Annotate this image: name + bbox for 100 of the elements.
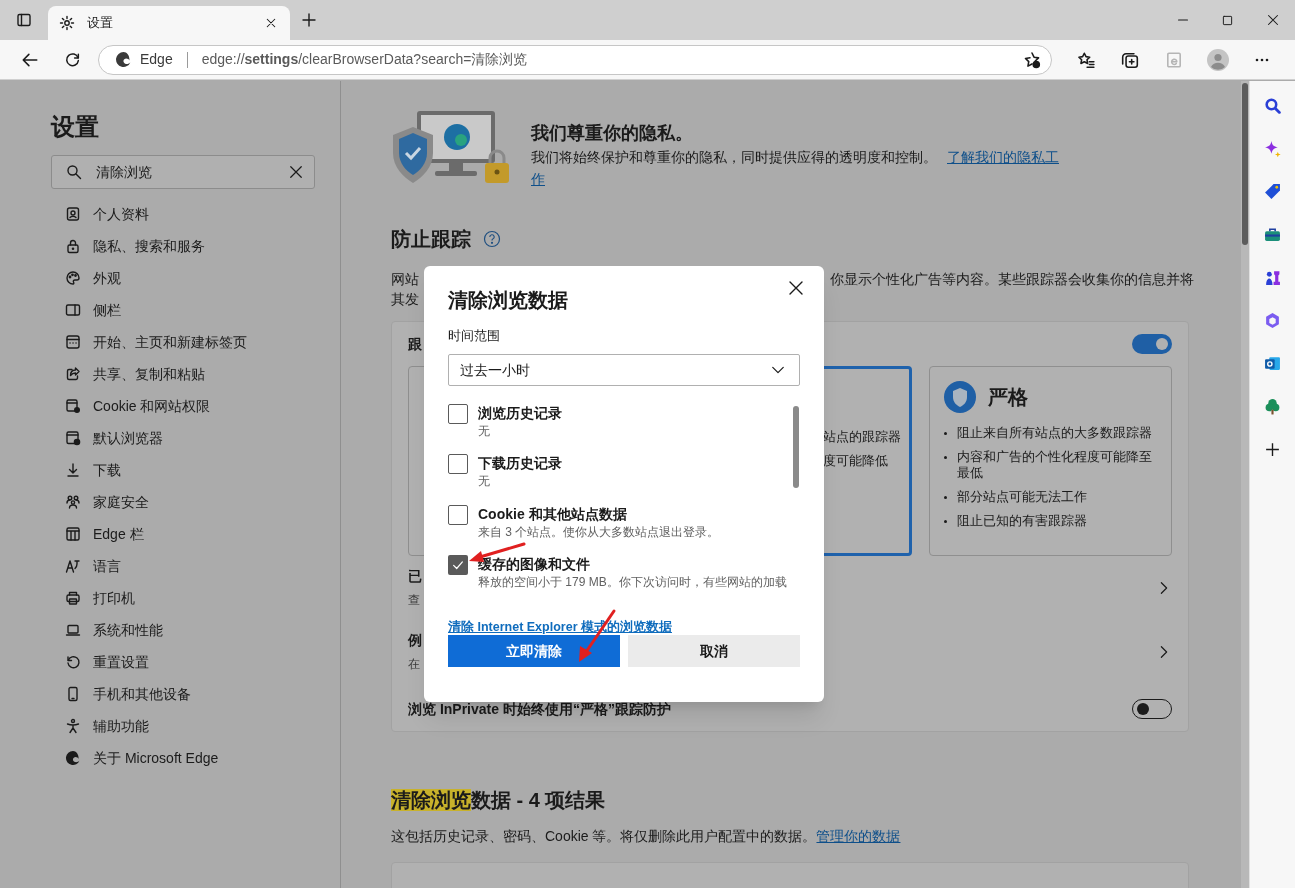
panel-icon bbox=[65, 302, 81, 318]
privacy-link[interactable]: 作 bbox=[531, 172, 545, 187]
nav-item[interactable]: Edge 栏 bbox=[51, 518, 340, 550]
nav-item[interactable]: 打印机 bbox=[51, 582, 340, 614]
close-icon bbox=[289, 165, 303, 179]
option-label: 下载历史记录 bbox=[478, 454, 562, 474]
nav-item[interactable]: 语言 bbox=[51, 550, 340, 582]
accessibility-icon bbox=[65, 718, 81, 734]
nav-label: 隐私、搜索和服务 bbox=[93, 236, 205, 256]
nav-item[interactable]: 系统和性能 bbox=[51, 614, 340, 646]
nav-label: 个人资料 bbox=[93, 204, 149, 224]
nav-label: 语言 bbox=[93, 556, 121, 576]
browser-tab[interactable]: 设置 bbox=[48, 6, 290, 40]
manage-data-link[interactable]: 管理你的数据 bbox=[816, 828, 901, 844]
layout-icon bbox=[65, 526, 81, 542]
avatar-icon bbox=[1207, 48, 1229, 71]
search-icon bbox=[66, 164, 82, 180]
edge-logo-icon bbox=[65, 750, 81, 766]
nav-item[interactable]: 辅助功能 bbox=[51, 710, 340, 742]
edge-logo-icon bbox=[115, 51, 132, 68]
plus-icon bbox=[1264, 440, 1281, 458]
nav-item[interactable]: 个人资料 bbox=[51, 198, 340, 230]
cancel-button[interactable]: 取消 bbox=[628, 635, 800, 667]
browser-check-icon bbox=[65, 430, 81, 446]
level-description: 度可能降低 bbox=[823, 453, 889, 469]
option-label: 浏览历史记录 bbox=[478, 404, 562, 423]
nav-label: 辅助功能 bbox=[93, 716, 149, 736]
nav-item[interactable]: 关于 Microsoft Edge bbox=[51, 742, 340, 774]
help-icon[interactable] bbox=[483, 230, 501, 248]
toggle-switch[interactable] bbox=[1132, 334, 1172, 354]
nav-item[interactable]: Cookie 和网站权限 bbox=[51, 390, 340, 422]
nav-item[interactable]: 共享、复制和粘贴 bbox=[51, 358, 340, 390]
tab-title: 设置 bbox=[87, 14, 114, 33]
nav-label: Cookie 和网站权限 bbox=[93, 396, 211, 416]
family-icon bbox=[65, 494, 81, 510]
nav-label: 默认浏览器 bbox=[93, 428, 163, 448]
more-icon bbox=[1255, 57, 1269, 62]
inprivate-label: 浏览 InPrivate 时始终使用“严格”跟踪防护 bbox=[408, 699, 671, 719]
ie-page-icon bbox=[1165, 50, 1183, 69]
results-heading: 清除浏览数据 - 4 项结果 bbox=[391, 788, 606, 813]
nav-label: Edge 栏 bbox=[93, 524, 144, 544]
level-description: 内容和广告的个性化程度可能降至最低 bbox=[956, 449, 1153, 481]
nav-item[interactable]: 手机和其他设备 bbox=[51, 678, 340, 710]
close-icon bbox=[788, 280, 804, 296]
checkbox[interactable] bbox=[448, 454, 468, 475]
clear-search-button[interactable] bbox=[288, 164, 304, 180]
nav-label: 外观 bbox=[93, 268, 121, 288]
scrollbar-thumb[interactable] bbox=[793, 406, 799, 488]
results-text: 这包括历史记录、密码、Cookie 等。将仅删除此用户配置中的数据。 bbox=[391, 828, 817, 844]
settings-title: 设置 bbox=[51, 112, 100, 142]
address-bar[interactable]: Edge edge://settings/clearBrowserData?search=清除浏览 bbox=[98, 44, 1052, 75]
row-title-fragment: 已 bbox=[408, 567, 422, 586]
lock-icon bbox=[65, 238, 81, 254]
nav-label: 系统和性能 bbox=[93, 620, 163, 640]
nav-label: 家庭安全 bbox=[93, 492, 149, 512]
level-description: 部分站点可能无法工作 bbox=[956, 489, 1087, 505]
maximize-icon bbox=[1222, 14, 1233, 26]
star-add-icon bbox=[1023, 50, 1041, 69]
row-title-fragment: 例 bbox=[408, 631, 422, 650]
nav-item[interactable]: 默认浏览器 bbox=[51, 422, 340, 454]
option-detail: 来自 3 个站点。使你从大多数站点退出登录。 bbox=[478, 523, 720, 540]
tabs-icon bbox=[16, 12, 32, 28]
privacy-title: 我们尊重你的隐私。 bbox=[531, 122, 694, 145]
refresh-icon bbox=[63, 51, 81, 68]
gear-icon bbox=[59, 15, 75, 31]
plus-icon bbox=[301, 12, 317, 28]
nav-label: 共享、复制和粘贴 bbox=[93, 364, 205, 384]
site-settings-icon bbox=[65, 398, 81, 414]
level-description: 阻止来自所有站点的大多数跟踪器 bbox=[956, 425, 1152, 441]
clear-now-button[interactable]: 立即清除 bbox=[448, 635, 620, 667]
close-icon bbox=[1266, 14, 1279, 26]
nav-item[interactable]: 隐私、搜索和服务 bbox=[51, 230, 340, 262]
nav-item[interactable]: 下载 bbox=[51, 454, 340, 486]
nav-item[interactable]: 家庭安全 bbox=[51, 486, 340, 518]
description-fragment: 网站 bbox=[391, 270, 419, 289]
nav-item[interactable]: 侧栏 bbox=[51, 294, 340, 326]
privacy-link[interactable]: 了解我们的隐私工 bbox=[947, 150, 1059, 165]
share-icon bbox=[65, 366, 81, 382]
option-detail: 释放的空间小于 179 MB。你下次访问时，有些网站的加载 bbox=[478, 573, 787, 590]
checkbox[interactable] bbox=[448, 504, 468, 525]
search-field[interactable]: 清除浏览 bbox=[51, 155, 315, 189]
nav-item[interactable]: 重置设置 bbox=[51, 646, 340, 678]
card-title-fragment: 跟 bbox=[408, 334, 422, 354]
printer-icon bbox=[65, 590, 81, 606]
scrollbar-thumb[interactable] bbox=[1242, 83, 1248, 245]
nav-label: 侧栏 bbox=[93, 300, 121, 320]
nav-label: 关于 Microsoft Edge bbox=[93, 748, 219, 768]
reset-icon bbox=[65, 654, 81, 670]
dialog-title: 清除浏览数据 bbox=[448, 288, 568, 313]
nav-item[interactable]: 外观 bbox=[51, 262, 340, 294]
nav-label: 开始、主页和新建标签页 bbox=[93, 332, 247, 352]
nav-label: 打印机 bbox=[93, 588, 135, 608]
collections-icon bbox=[1121, 50, 1139, 69]
nav-item[interactable]: 开始、主页和新建标签页 bbox=[51, 326, 340, 358]
time-range-dropdown[interactable]: 过去一小时 bbox=[448, 354, 800, 386]
checkbox[interactable] bbox=[448, 404, 468, 424]
checkbox[interactable] bbox=[448, 554, 468, 575]
tag-icon bbox=[1264, 182, 1281, 200]
level-card[interactable]: 严格 阻止来自所有站点的大多数跟踪器 内容和广告的个性化程度可能降至最低 部分站点可能无法工作 阻止已知的有害跟踪器 bbox=[928, 366, 1172, 556]
description-fragment: 你显示个性化广告等内容。某些跟踪器会收集你的信息并将 bbox=[830, 270, 1195, 289]
